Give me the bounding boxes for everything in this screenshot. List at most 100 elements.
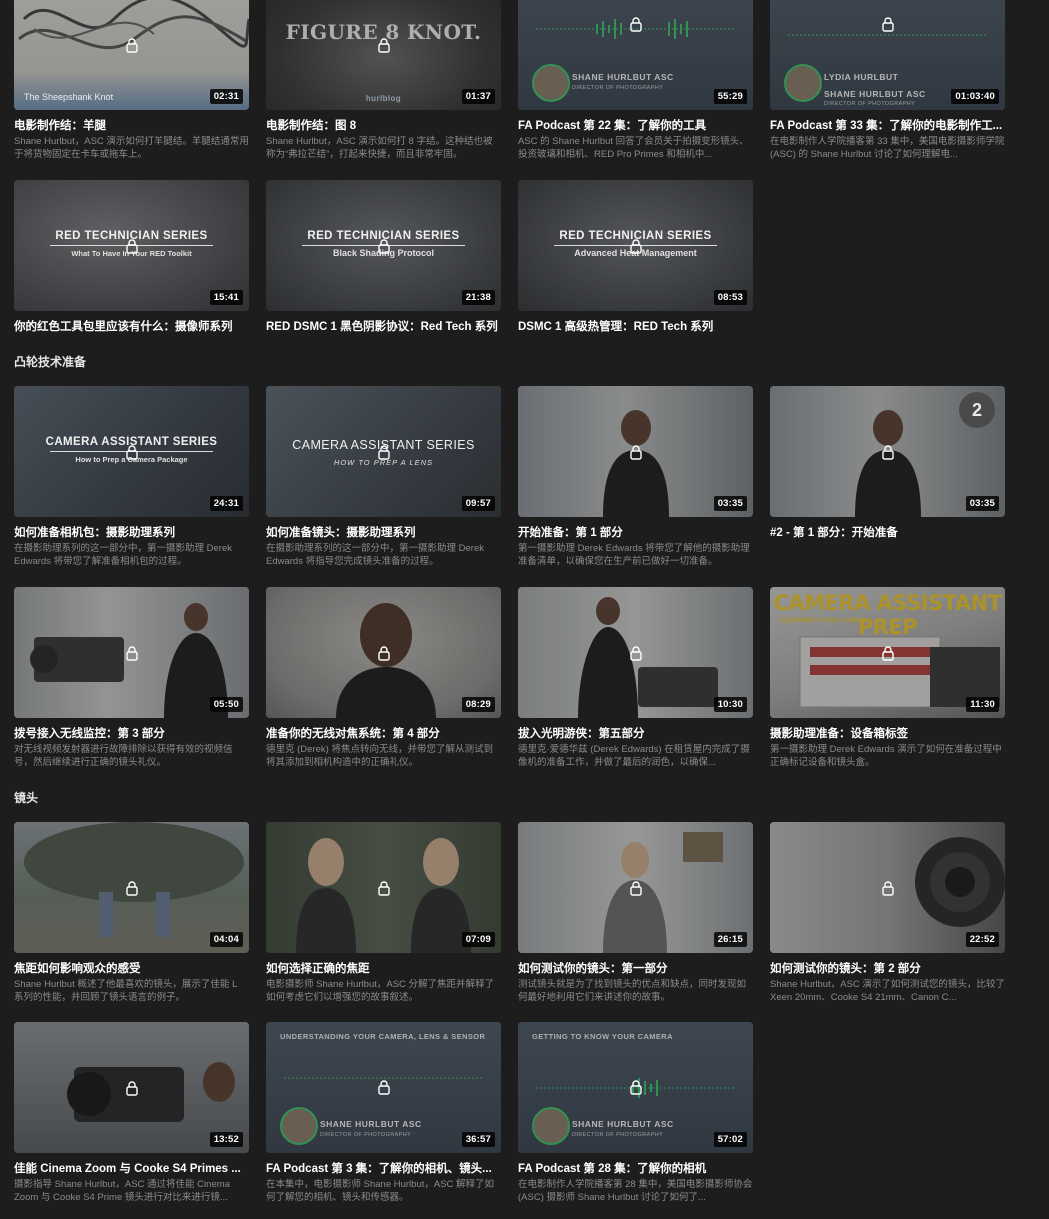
video-title[interactable]: FA Podcast 第 33 集：了解你的电影制作工...: [770, 119, 1005, 133]
video-card[interactable]: 03:35 开始准备：第 1 部分 第一摄影助理 Derek Edwards 将…: [518, 386, 753, 568]
video-duration: 24:31: [209, 496, 243, 511]
video-card[interactable]: The Sheepshank Knot 02:31 电影制作结：羊腿 Shane…: [14, 0, 249, 161]
video-card[interactable]: RED TECHNICIAN SERIES Black Shading Prot…: [266, 180, 501, 334]
video-thumbnail[interactable]: 2 03:35: [770, 386, 1005, 517]
video-duration: 07:09: [461, 932, 495, 947]
video-thumbnail[interactable]: 26:15: [518, 822, 753, 953]
section-heading: 镜头: [14, 791, 39, 805]
video-thumbnail[interactable]: 22:52: [770, 822, 1005, 953]
video-thumbnail[interactable]: CAMERA ASSISTANT SERIES HOW TO PREP A LE…: [266, 386, 501, 517]
video-card[interactable]: CAMERA ASSISTANT SERIES HOW TO PREP A LE…: [266, 386, 501, 568]
video-thumbnail[interactable]: CAMERA ASSISTANT PREP EQUIPMENT CASE LAB…: [770, 587, 1005, 718]
video-duration: 01:37: [461, 89, 495, 104]
video-card[interactable]: UNDERSTANDING YOUR CAMERA, LENS & SENSOR…: [266, 1022, 501, 1204]
video-thumbnail[interactable]: CAMERA ASSISTANT SERIES How to Prep a Ca…: [14, 386, 249, 517]
lock-icon: [629, 238, 642, 254]
video-title[interactable]: 焦距如何影响观众的感受: [14, 962, 249, 976]
lock-icon: [881, 645, 894, 661]
video-title[interactable]: 如何测试你的镜头：第 2 部分: [770, 962, 1005, 976]
video-card[interactable]: 07:09 如何选择正确的焦距 电影摄影师 Shane Hurlbut，ASC …: [266, 822, 501, 1004]
video-thumbnail[interactable]: 04:04: [14, 822, 249, 953]
video-card[interactable]: LYDIA HURLBUT SHANE HURLBUT ASC DIRECTOR…: [770, 0, 1005, 161]
video-card[interactable]: CAMERA ASSISTANT PREP EQUIPMENT CASE LAB…: [770, 587, 1005, 769]
video-description: 第一摄影助理 Derek Edwards 演示了如何在准备过程中正确标记设备和镜…: [770, 744, 1002, 768]
video-description: 在摄影助理系列的这一部分中，第一摄影助理 Derek Edwards 将带您了解…: [14, 543, 232, 567]
video-title[interactable]: 电影制作结：图 8: [266, 119, 501, 133]
lock-icon: [629, 645, 642, 661]
video-title[interactable]: 拨号接入无线监控：第 3 部分: [14, 727, 249, 741]
video-card[interactable]: 2 03:35 #2 - 第 1 部分：开始准备: [770, 386, 1005, 540]
video-duration: 03:35: [713, 496, 747, 511]
video-thumbnail[interactable]: LYDIA HURLBUT SHANE HURLBUT ASC DIRECTOR…: [770, 0, 1005, 110]
video-description: 第一摄影助理 Derek Edwards 将带您了解他的摄影助理准备清单，以确保…: [518, 543, 750, 567]
video-thumbnail[interactable]: FIGURE 8 KNOT. hurlblog 01:37: [266, 0, 501, 110]
video-duration: 22:52: [965, 932, 999, 947]
video-thumbnail[interactable]: 08:29: [266, 587, 501, 718]
video-thumbnail[interactable]: GETTING TO KNOW YOUR CAMERA SHANE HURLBU…: [518, 1022, 753, 1153]
video-card[interactable]: 04:04 焦距如何影响观众的感受 Shane Hurlbut 概述了他最喜欢的…: [14, 822, 249, 1004]
lock-icon: [629, 1080, 642, 1095]
video-title[interactable]: 电影制作结：羊腿: [14, 119, 249, 133]
video-description: 对无线视频发射器进行故障排除以获得有效的视频信号，然后继续进行正确的镜头礼仪。: [14, 744, 233, 768]
video-thumbnail[interactable]: RED TECHNICIAN SERIES Advanced Heat Mana…: [518, 180, 753, 311]
video-duration: 04:04: [209, 932, 243, 947]
video-duration: 15:41: [209, 290, 243, 305]
video-title[interactable]: #2 - 第 1 部分：开始准备: [770, 526, 1005, 540]
lock-icon: [881, 444, 894, 460]
video-duration: 57:02: [713, 1132, 747, 1147]
video-thumbnail[interactable]: The Sheepshank Knot 02:31: [14, 0, 249, 110]
video-thumbnail[interactable]: RED TECHNICIAN SERIES What To Have In Yo…: [14, 180, 249, 311]
video-card[interactable]: CAMERA ASSISTANT SERIES How to Prep a Ca…: [14, 386, 249, 568]
video-title[interactable]: 佳能 Cinema Zoom 与 Cooke S4 Primes ...: [14, 1162, 249, 1176]
video-title[interactable]: 如何测试你的镜头：第一部分: [518, 962, 753, 976]
video-duration: 01:03:40: [951, 89, 999, 104]
video-row: 04:04 焦距如何影响观众的感受 Shane Hurlbut 概述了他最喜欢的…: [14, 822, 1014, 1022]
section-heading: 凸轮技术准备: [14, 355, 87, 369]
video-title[interactable]: 摄影助理准备：设备箱标签: [770, 727, 1005, 741]
video-title[interactable]: 如何准备镜头：摄影助理系列: [266, 526, 501, 540]
video-thumbnail[interactable]: 13:52: [14, 1022, 249, 1153]
video-thumbnail[interactable]: 07:09: [266, 822, 501, 953]
video-thumbnail[interactable]: SHANE HURLBUT ASC DIRECTOR OF PHOTOGRAPH…: [518, 0, 753, 110]
video-title[interactable]: 如何准备相机包：摄影助理系列: [14, 526, 249, 540]
video-title[interactable]: RED DSMC 1 黑色阴影协议：Red Tech 系列: [266, 320, 501, 334]
video-description: 在电影制作人学院播客第 33 集中，美国电影摄影师学院 (ASC) 的 Shan…: [770, 136, 1005, 160]
video-card[interactable]: RED TECHNICIAN SERIES What To Have In Yo…: [14, 180, 249, 334]
video-title[interactable]: 如何选择正确的焦距: [266, 962, 501, 976]
video-duration: 03:35: [965, 496, 999, 511]
video-card[interactable]: 13:52 佳能 Cinema Zoom 与 Cooke S4 Primes .…: [14, 1022, 249, 1204]
video-row: 05:50 拨号接入无线监控：第 3 部分 对无线视频发射器进行故障排除以获得有…: [14, 587, 1014, 787]
video-thumbnail[interactable]: 10:30: [518, 587, 753, 718]
video-thumbnail[interactable]: UNDERSTANDING YOUR CAMERA, LENS & SENSOR…: [266, 1022, 501, 1153]
video-title[interactable]: DSMC 1 高级热管理：RED Tech 系列: [518, 320, 753, 334]
video-card[interactable]: 10:30 拔入光明游侠：第五部分 德里克·爱德华兹 (Derek Edward…: [518, 587, 753, 769]
video-card[interactable]: GETTING TO KNOW YOUR CAMERA SHANE HURLBU…: [518, 1022, 753, 1204]
video-title[interactable]: 拔入光明游侠：第五部分: [518, 727, 753, 741]
video-thumbnail[interactable]: 05:50: [14, 587, 249, 718]
video-card[interactable]: 08:29 准备你的无线对焦系统：第 4 部分 德里克 (Derek) 将焦点转…: [266, 587, 501, 769]
video-title[interactable]: 开始准备：第 1 部分: [518, 526, 753, 540]
video-title[interactable]: FA Podcast 第 22 集：了解你的工具: [518, 119, 753, 133]
video-title[interactable]: 准备你的无线对焦系统：第 4 部分: [266, 727, 501, 741]
lock-icon: [629, 17, 642, 32]
video-title[interactable]: FA Podcast 第 28 集：了解你的相机: [518, 1162, 753, 1176]
video-duration: 13:52: [209, 1132, 243, 1147]
video-card[interactable]: 26:15 如何测试你的镜头：第一部分 测试镜头就是为了找到镜头的优点和缺点，同…: [518, 822, 753, 1004]
video-description: 电影摄影师 Shane Hurlbut，ASC 分解了焦距并解释了如何考虑它们以…: [266, 979, 495, 1003]
video-card[interactable]: 05:50 拨号接入无线监控：第 3 部分 对无线视频发射器进行故障排除以获得有…: [14, 587, 249, 769]
video-card[interactable]: FIGURE 8 KNOT. hurlblog 01:37 电影制作结：图 8 …: [266, 0, 501, 161]
video-card[interactable]: RED TECHNICIAN SERIES Advanced Heat Mana…: [518, 180, 753, 334]
video-description: 在摄影助理系列的这一部分中，第一摄影助理 Derek Edwards 将指导您完…: [266, 543, 484, 567]
lock-icon: [377, 645, 390, 661]
video-card[interactable]: SHANE HURLBUT ASC DIRECTOR OF PHOTOGRAPH…: [518, 0, 753, 161]
lock-icon: [125, 238, 138, 254]
video-card[interactable]: 22:52 如何测试你的镜头：第 2 部分 Shane Hurlbut，ASC …: [770, 822, 1005, 1004]
video-thumbnail[interactable]: 03:35: [518, 386, 753, 517]
video-duration: 55:29: [713, 89, 747, 104]
video-duration: 08:53: [713, 290, 747, 305]
video-title[interactable]: FA Podcast 第 3 集：了解你的相机、镜头...: [266, 1162, 501, 1176]
video-row: The Sheepshank Knot 02:31 电影制作结：羊腿 Shane…: [14, 0, 1014, 179]
video-thumbnail[interactable]: RED TECHNICIAN SERIES Black Shading Prot…: [266, 180, 501, 311]
episode-number-badge: 2: [959, 392, 995, 428]
video-title[interactable]: 你的红色工具包里应该有什么：摄像师系列: [14, 320, 249, 334]
